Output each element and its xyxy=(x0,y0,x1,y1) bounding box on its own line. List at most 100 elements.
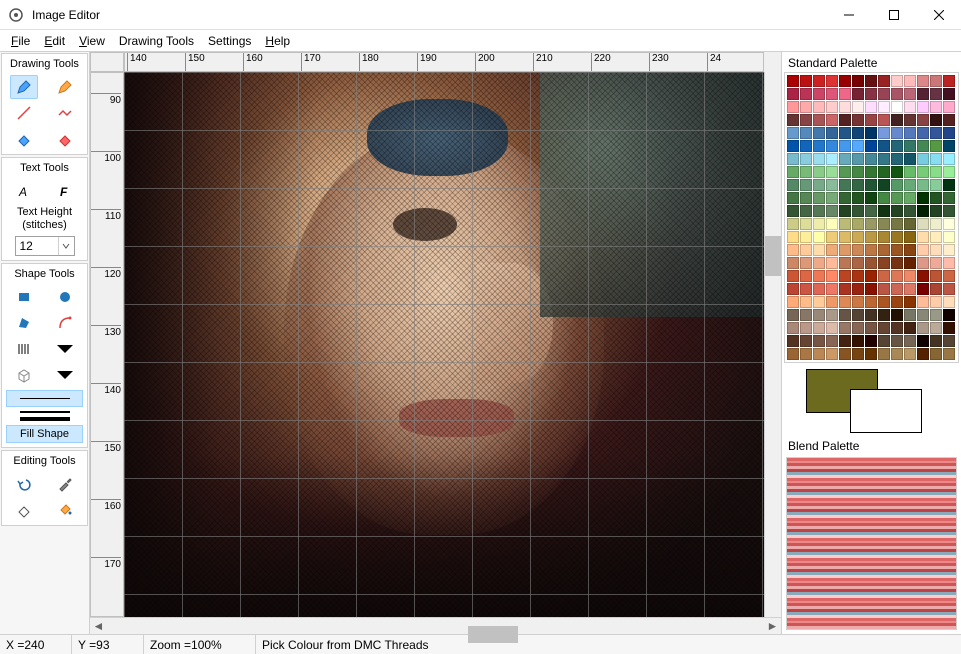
swatch[interactable] xyxy=(839,114,851,126)
swatch[interactable] xyxy=(943,348,955,360)
swatch[interactable] xyxy=(891,296,903,308)
swatch[interactable] xyxy=(852,257,864,269)
swatch[interactable] xyxy=(878,75,890,87)
swatch[interactable] xyxy=(800,218,812,230)
swatch[interactable] xyxy=(943,140,955,152)
swatch[interactable] xyxy=(943,270,955,282)
swatch[interactable] xyxy=(878,335,890,347)
swatch[interactable] xyxy=(878,348,890,360)
swatch[interactable] xyxy=(878,192,890,204)
swatch[interactable] xyxy=(878,205,890,217)
swatch[interactable] xyxy=(852,192,864,204)
swatch[interactable] xyxy=(865,153,877,165)
swatch[interactable] xyxy=(800,257,812,269)
swatch[interactable] xyxy=(813,179,825,191)
swatch[interactable] xyxy=(813,231,825,243)
swatch[interactable] xyxy=(813,244,825,256)
swatch[interactable] xyxy=(891,75,903,87)
swatch[interactable] xyxy=(878,101,890,113)
swatch[interactable] xyxy=(800,270,812,282)
swatch[interactable] xyxy=(917,114,929,126)
swatch[interactable] xyxy=(865,283,877,295)
swatch[interactable] xyxy=(826,257,838,269)
swatch[interactable] xyxy=(904,231,916,243)
undo-tool[interactable] xyxy=(10,472,38,496)
swatch[interactable] xyxy=(839,101,851,113)
swatch[interactable] xyxy=(891,205,903,217)
swatch[interactable] xyxy=(852,283,864,295)
swatch[interactable] xyxy=(813,205,825,217)
circle-tool[interactable] xyxy=(51,285,79,309)
pencil-blue-tool[interactable] xyxy=(10,75,38,99)
swatch[interactable] xyxy=(852,218,864,230)
text-height-select[interactable]: 12 xyxy=(15,236,75,256)
rectangle-tool[interactable] xyxy=(10,285,38,309)
swatch[interactable] xyxy=(852,270,864,282)
swatch[interactable] xyxy=(800,322,812,334)
swatch[interactable] xyxy=(852,166,864,178)
swatch[interactable] xyxy=(800,153,812,165)
eraser-red-tool[interactable] xyxy=(51,127,79,151)
swatch[interactable] xyxy=(787,127,799,139)
swatch[interactable] xyxy=(813,140,825,152)
swatch[interactable] xyxy=(943,88,955,100)
swatch[interactable] xyxy=(839,127,851,139)
swatch[interactable] xyxy=(891,257,903,269)
swatch[interactable] xyxy=(787,205,799,217)
swatch[interactable] xyxy=(943,283,955,295)
swatch[interactable] xyxy=(826,309,838,321)
swatch[interactable] xyxy=(878,283,890,295)
swatch[interactable] xyxy=(852,127,864,139)
swatch[interactable] xyxy=(917,192,929,204)
swatch[interactable] xyxy=(943,75,955,87)
swatch[interactable] xyxy=(930,270,942,282)
swatch[interactable] xyxy=(943,205,955,217)
swatch[interactable] xyxy=(800,192,812,204)
swatch[interactable] xyxy=(943,309,955,321)
swatch[interactable] xyxy=(865,322,877,334)
swatch[interactable] xyxy=(800,127,812,139)
text-normal-tool[interactable]: A xyxy=(10,179,38,203)
swatch[interactable] xyxy=(852,114,864,126)
swatch[interactable] xyxy=(787,75,799,87)
swatch[interactable] xyxy=(943,296,955,308)
swatch[interactable] xyxy=(891,348,903,360)
swatch[interactable] xyxy=(787,322,799,334)
eyedropper-tool[interactable] xyxy=(51,472,79,496)
swatch[interactable] xyxy=(813,335,825,347)
swatch[interactable] xyxy=(904,88,916,100)
swatch[interactable] xyxy=(891,218,903,230)
swatch[interactable] xyxy=(930,140,942,152)
swatch[interactable] xyxy=(917,179,929,191)
swatch[interactable] xyxy=(904,166,916,178)
box-3d-tool[interactable] xyxy=(10,363,38,387)
swatch[interactable] xyxy=(943,101,955,113)
swatch[interactable] xyxy=(878,88,890,100)
swatch[interactable] xyxy=(787,270,799,282)
swatch[interactable] xyxy=(930,322,942,334)
swatch[interactable] xyxy=(917,257,929,269)
swatch[interactable] xyxy=(904,270,916,282)
swatch[interactable] xyxy=(917,166,929,178)
menu-file[interactable]: File xyxy=(4,32,37,50)
swatch[interactable] xyxy=(813,153,825,165)
swatch[interactable] xyxy=(917,270,929,282)
swatch[interactable] xyxy=(813,283,825,295)
swatch[interactable] xyxy=(852,140,864,152)
swatch[interactable] xyxy=(787,179,799,191)
swatch[interactable] xyxy=(826,114,838,126)
menu-help[interactable]: Help xyxy=(258,32,297,50)
swatch[interactable] xyxy=(813,322,825,334)
swatch[interactable] xyxy=(891,244,903,256)
swatch[interactable] xyxy=(930,114,942,126)
swatch[interactable] xyxy=(839,166,851,178)
swatch[interactable] xyxy=(930,75,942,87)
swatch[interactable] xyxy=(865,244,877,256)
menu-drawing-tools[interactable]: Drawing Tools xyxy=(112,32,201,50)
swatch[interactable] xyxy=(943,127,955,139)
swatch[interactable] xyxy=(800,335,812,347)
swatch[interactable] xyxy=(904,140,916,152)
swatch[interactable] xyxy=(930,309,942,321)
swatch[interactable] xyxy=(917,88,929,100)
swatch[interactable] xyxy=(904,296,916,308)
